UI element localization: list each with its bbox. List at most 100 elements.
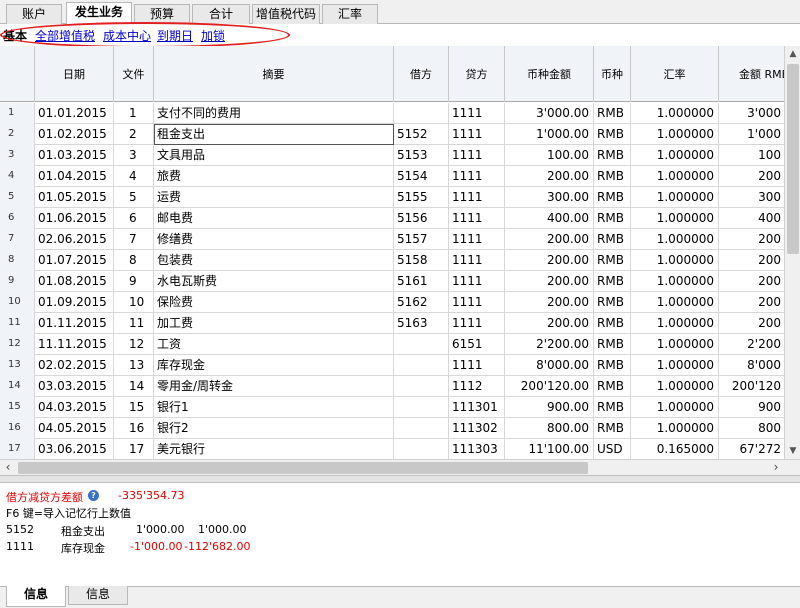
cell-currency-amount[interactable]: 900.00 [505, 397, 594, 418]
cell-doc[interactable]: 15 [114, 397, 154, 418]
cell-date[interactable]: 04.03.2015 [35, 397, 114, 418]
cell-currency-amount[interactable]: 200.00 [505, 250, 594, 271]
cell-doc[interactable]: 10 [114, 292, 154, 313]
cell-description[interactable]: 支付不同的费用 [154, 103, 394, 124]
cell-credit[interactable]: 1111 [449, 187, 505, 208]
col-header-doc[interactable]: 文件 [114, 46, 154, 102]
cell-amount-rmb[interactable]: 900 [719, 397, 784, 418]
cell-description[interactable]: 水电瓦斯费 [154, 271, 394, 292]
cell-rate[interactable]: 1.000000 [631, 124, 719, 145]
cell-doc[interactable]: 16 [114, 418, 154, 439]
cell-date[interactable]: 01.05.2015 [35, 187, 114, 208]
cell-debit[interactable] [394, 397, 449, 418]
col-header-credit[interactable]: 贷方 [449, 46, 505, 102]
cell-debit[interactable] [394, 418, 449, 439]
cell-currency-amount[interactable]: 3'000.00 [505, 103, 594, 124]
cell-currency[interactable]: RMB [594, 229, 631, 250]
cell-doc[interactable]: 14 [114, 376, 154, 397]
cell-debit[interactable]: 5157 [394, 229, 449, 250]
cell-amount-rmb[interactable]: 67'272 [719, 439, 784, 459]
cell-debit[interactable]: 5155 [394, 187, 449, 208]
table-row[interactable]: 8 01.07.2015 8 包装费 5158 1111 200.00 RMB 1.000000… [0, 250, 784, 271]
table-row[interactable]: 13 02.02.2015 13 库存现金 1111 8'000.00 RMB 1.00000… [0, 355, 784, 376]
cell-doc[interactable]: 4 [114, 166, 154, 187]
cell-description[interactable]: 零用金/周转金 [154, 376, 394, 397]
cell-debit[interactable]: 5154 [394, 166, 449, 187]
cell-date[interactable]: 01.01.2015 [35, 103, 114, 124]
cell-amount-rmb[interactable]: 200 [719, 166, 784, 187]
cell-description[interactable]: 文具用品 [154, 145, 394, 166]
arrow-left-icon[interactable]: ‹ [0, 460, 16, 476]
cell-amount-rmb[interactable]: 200'120 [719, 376, 784, 397]
tab-vat-codes[interactable]: 增值税代码 [252, 4, 320, 24]
cell-credit[interactable]: 1111 [449, 145, 505, 166]
vertical-scrollbar[interactable]: ▲ ▼ [784, 46, 800, 459]
view-link-cost-center[interactable]: 成本中心 [103, 27, 151, 44]
cell-doc[interactable]: 6 [114, 208, 154, 229]
cell-rate[interactable]: 1.000000 [631, 292, 719, 313]
cell-currency-amount[interactable]: 200.00 [505, 166, 594, 187]
cell-date[interactable]: 01.02.2015 [35, 124, 114, 145]
cell-credit[interactable]: 111303 [449, 439, 505, 459]
cell-debit[interactable] [394, 439, 449, 459]
tab-transactions[interactable]: 发生业务 [66, 2, 132, 25]
vertical-scroll-thumb[interactable] [787, 64, 799, 254]
cell-credit[interactable]: 1111 [449, 229, 505, 250]
cell-credit[interactable]: 1111 [449, 208, 505, 229]
cell-date[interactable]: 02.06.2015 [35, 229, 114, 250]
table-row[interactable]: 12 11.11.2015 12 工资 6151 2'200.00 RMB 1.000000 2… [0, 334, 784, 355]
cell-credit[interactable]: 1111 [449, 313, 505, 334]
cell-currency[interactable]: RMB [594, 418, 631, 439]
cell-doc[interactable]: 5 [114, 187, 154, 208]
cell-debit[interactable]: 5161 [394, 271, 449, 292]
cell-currency-amount[interactable]: 300.00 [505, 187, 594, 208]
cell-debit[interactable]: 5152 [394, 124, 449, 145]
table-row[interactable]: 7 02.06.2015 7 修缮费 5157 1111 200.00 RMB 1.000000… [0, 229, 784, 250]
cell-rate[interactable]: 1.000000 [631, 229, 719, 250]
cell-doc[interactable]: 7 [114, 229, 154, 250]
cell-rate[interactable]: 1.000000 [631, 103, 719, 124]
table-row[interactable]: 11 01.11.2015 11 加工费 5163 1111 200.00 RMB 1.0000… [0, 313, 784, 334]
view-link-due-date[interactable]: 到期日 [157, 27, 193, 44]
cell-description[interactable]: 保险费 [154, 292, 394, 313]
table-row[interactable]: 10 01.09.2015 10 保险费 5162 1111 200.00 RMB 1.0000… [0, 292, 784, 313]
cell-credit[interactable]: 1111 [449, 166, 505, 187]
table-row[interactable]: 2 01.02.2015 2 租金支出 5152 1111 1'000.00 RMB 1.000… [0, 124, 784, 145]
cell-amount-rmb[interactable]: 200 [719, 313, 784, 334]
arrow-down-icon[interactable]: ▼ [785, 443, 800, 459]
cell-debit[interactable] [394, 376, 449, 397]
cell-currency-amount[interactable]: 1'000.00 [505, 124, 594, 145]
cell-rate[interactable]: 1.000000 [631, 250, 719, 271]
cell-currency[interactable]: RMB [594, 292, 631, 313]
cell-currency[interactable]: RMB [594, 250, 631, 271]
cell-rate[interactable]: 1.000000 [631, 145, 719, 166]
cell-currency-amount[interactable]: 2'200.00 [505, 334, 594, 355]
tab-accounts[interactable]: 账户 [6, 4, 62, 24]
cell-date[interactable]: 11.11.2015 [35, 334, 114, 355]
cell-doc[interactable]: 11 [114, 313, 154, 334]
cell-amount-rmb[interactable]: 2'200 [719, 334, 784, 355]
cell-debit[interactable] [394, 103, 449, 124]
cell-doc[interactable]: 2 [114, 124, 154, 145]
cell-currency[interactable]: RMB [594, 145, 631, 166]
cell-date[interactable]: 01.04.2015 [35, 166, 114, 187]
cell-amount-rmb[interactable]: 200 [719, 250, 784, 271]
cell-rate[interactable]: 1.000000 [631, 208, 719, 229]
cell-rate[interactable]: 0.165000 [631, 439, 719, 459]
cell-amount-rmb[interactable]: 300 [719, 187, 784, 208]
table-row[interactable]: 15 04.03.2015 15 银行1 111301 900.00 RMB 1.000000… [0, 397, 784, 418]
table-row[interactable]: 5 01.05.2015 5 运费 5155 1111 300.00 RMB 1.000000 3… [0, 187, 784, 208]
cell-rate[interactable]: 1.000000 [631, 166, 719, 187]
cell-amount-rmb[interactable]: 8'000 [719, 355, 784, 376]
cell-currency[interactable]: RMB [594, 355, 631, 376]
cell-date[interactable]: 02.02.2015 [35, 355, 114, 376]
cell-credit[interactable]: 6151 [449, 334, 505, 355]
table-row[interactable]: 6 01.06.2015 6 邮电费 5156 1111 400.00 RMB 1.000000… [0, 208, 784, 229]
cell-rate[interactable]: 1.000000 [631, 313, 719, 334]
cell-debit[interactable]: 5163 [394, 313, 449, 334]
cell-date[interactable]: 01.03.2015 [35, 145, 114, 166]
cell-description[interactable]: 美元银行 [154, 439, 394, 459]
cell-description[interactable]: 银行1 [154, 397, 394, 418]
table-row[interactable]: 3 01.03.2015 3 文具用品 5153 1111 100.00 RMB 1.00000… [0, 145, 784, 166]
col-header-description[interactable]: 摘要 [154, 46, 394, 102]
